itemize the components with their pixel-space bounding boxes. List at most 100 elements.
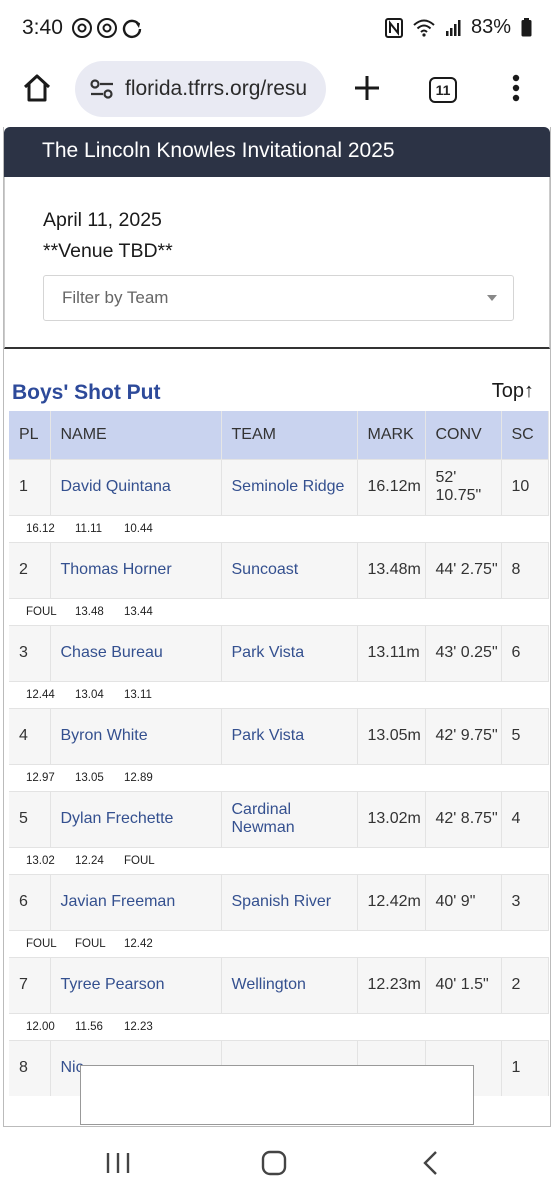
athlete-name-link[interactable]: Byron White — [50, 707, 222, 764]
event-header: Boys' Shot Put Top↑ — [4, 349, 550, 411]
attempt-value: 11.56 — [75, 1020, 103, 1033]
col-header-mark[interactable]: MARK — [357, 411, 426, 459]
team-name-link[interactable]: Cardinal Newman — [221, 790, 358, 847]
athlete-name-link[interactable]: Javian Freeman — [50, 873, 222, 930]
place-cell: 7 — [9, 956, 51, 1013]
more-vert-icon — [512, 74, 520, 102]
attempts-cell: 16.12 11.11 10.44 — [9, 514, 548, 542]
table-row: 7 Tyree Pearson Wellington 12.23m 40' 1.5" 2 — [9, 956, 549, 1013]
back-button[interactable] — [410, 1146, 450, 1180]
team-name-link[interactable]: Wellington — [221, 956, 358, 1013]
attempt-value: 13.02 — [26, 854, 55, 867]
place-cell: 2 — [9, 541, 51, 598]
results-table: PL NAME TEAM MARK CONV SC 1 David Quintan… — [9, 411, 549, 1096]
col-header-name[interactable]: NAME — [50, 411, 222, 459]
conv-cell: 40' 1.5" — [425, 956, 502, 1013]
table-row: 4 Byron White Park Vista 13.05m 42' 9.75" 5 — [9, 707, 549, 764]
conv-cell: 40' 9" — [425, 873, 502, 930]
attempt-value: 13.48 — [75, 605, 104, 618]
signal-icon — [445, 19, 461, 36]
team-filter-select[interactable]: Filter by Team — [43, 275, 514, 321]
mark-cell: 13.02m — [357, 790, 426, 847]
athlete-name-link[interactable]: Chase Bureau — [50, 624, 222, 681]
attempts-row: 12.97 13.05 12.89 — [9, 763, 548, 791]
tab-switcher-button[interactable]: 11 — [420, 67, 466, 113]
attempts-row: 12.00 11.56 12.23 — [9, 1012, 548, 1040]
attempt-value: 12.44 — [26, 688, 55, 701]
col-header-team[interactable]: TEAM — [221, 411, 358, 459]
mark-cell: 12.42m — [357, 873, 426, 930]
table-row: 3 Chase Bureau Park Vista 13.11m 43' 0.25" 6 — [9, 624, 549, 681]
team-name-link[interactable]: Park Vista — [221, 624, 358, 681]
attempt-value: 12.00 — [26, 1020, 55, 1033]
attempt-value: 13.11 — [124, 688, 152, 701]
score-cell: 3 — [501, 873, 549, 930]
col-header-conv[interactable]: CONV — [425, 411, 502, 459]
athlete-name-link[interactable]: Thomas Horner — [50, 541, 222, 598]
attempts-cell: 12.44 13.04 13.11 — [9, 680, 548, 708]
table-row: 1 David Quintana Seminole Ridge 16.12m 52' 1… — [9, 458, 549, 515]
mark-cell: 12.23m — [357, 956, 426, 1013]
back-icon — [423, 1151, 437, 1175]
attempt-value: 13.04 — [75, 688, 104, 701]
new-tab-button[interactable] — [344, 65, 390, 111]
mark-cell: 13.48m — [357, 541, 426, 598]
sync-icon — [122, 19, 142, 38]
attempts-row: FOUL 13.48 13.44 — [9, 597, 548, 625]
athlete-name-link[interactable]: Tyree Pearson — [50, 956, 222, 1013]
mark-cell: 13.05m — [357, 707, 426, 764]
chevron-down-icon — [487, 295, 497, 301]
place-cell: 8 — [9, 1039, 51, 1096]
score-cell: 10 — [501, 458, 549, 515]
home-button[interactable] — [14, 65, 60, 111]
attempt-value: 12.42 — [124, 937, 153, 950]
meet-header: The Lincoln Knowles Invitational 2025 — [4, 127, 550, 177]
score-cell: 4 — [501, 790, 549, 847]
new-tab-icon — [355, 76, 379, 100]
attempts-cell: FOUL FOUL 12.42 — [9, 929, 548, 957]
nav-home-button[interactable] — [254, 1146, 294, 1180]
site-settings-icon[interactable] — [85, 72, 119, 106]
place-cell: 3 — [9, 624, 51, 681]
team-name-link[interactable]: Suncoast — [221, 541, 358, 598]
attempt-value: 12.23 — [124, 1020, 153, 1033]
col-header-sc[interactable]: SC — [501, 411, 549, 459]
event-title: Boys' Shot Put — [12, 381, 161, 404]
conv-cell: 52' 10.75" — [425, 458, 502, 515]
team-name-link[interactable]: Park Vista — [221, 707, 358, 764]
conv-cell: 43' 0.25" — [425, 624, 502, 681]
athlete-name-link[interactable]: Dylan Frechette — [50, 790, 222, 847]
home-icon — [23, 74, 51, 102]
meet-date: April 11, 2025 — [43, 209, 162, 231]
attempt-value: 13.05 — [75, 771, 104, 784]
notification-icons — [71, 17, 143, 39]
place-cell: 1 — [9, 458, 51, 515]
ad-overlay[interactable] — [80, 1065, 474, 1125]
recents-button[interactable] — [98, 1146, 138, 1180]
top-link[interactable]: Top↑ — [492, 380, 534, 403]
mark-cell: 13.11m — [357, 624, 426, 681]
athlete-name-link[interactable]: David Quintana — [50, 458, 222, 515]
attempts-cell: FOUL 13.48 13.44 — [9, 597, 548, 625]
filter-placeholder: Filter by Team — [62, 288, 169, 307]
score-cell: 2 — [501, 956, 549, 1013]
meet-venue: **Venue TBD** — [43, 240, 173, 262]
attempts-row: 16.12 11.11 10.44 — [9, 514, 548, 542]
address-bar[interactable]: florida.tfrrs.org/resu — [75, 61, 326, 117]
col-header-pl[interactable]: PL — [9, 411, 51, 459]
browser-toolbar: florida.tfrrs.org/resu 11 — [0, 55, 554, 123]
attempts-row: FOUL FOUL 12.42 — [9, 929, 548, 957]
team-name-link[interactable]: Spanish River — [221, 873, 358, 930]
place-cell: 5 — [9, 790, 51, 847]
battery-percent: 83% — [470, 16, 511, 38]
place-cell: 6 — [9, 873, 51, 930]
team-name-link[interactable]: Seminole Ridge — [221, 458, 358, 515]
attempts-cell: 12.97 13.05 12.89 — [9, 763, 548, 791]
meet-title: The Lincoln Knowles Invitational 2025 — [42, 139, 395, 162]
more-menu-button[interactable] — [496, 65, 536, 111]
battery-icon — [521, 18, 532, 37]
threads-icon — [96, 17, 117, 38]
attempt-value: FOUL — [26, 937, 57, 950]
table-header-row: PL NAME TEAM MARK CONV SC — [9, 411, 549, 459]
wifi-icon — [413, 19, 435, 37]
